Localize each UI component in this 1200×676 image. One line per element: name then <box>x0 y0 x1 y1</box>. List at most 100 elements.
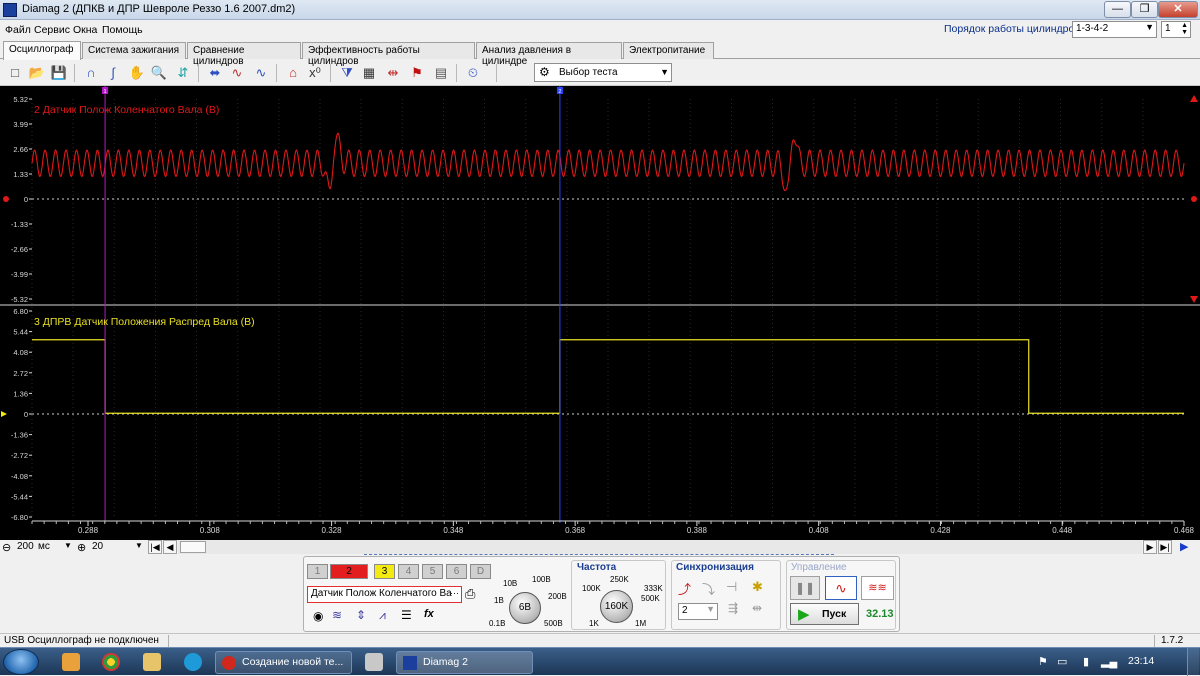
hand-icon[interactable]: ✋ <box>128 64 146 82</box>
marker-icon[interactable]: ⇹ <box>384 64 402 82</box>
waveform-icon[interactable]: ≋ <box>332 608 342 622</box>
chevron-down-icon[interactable]: ▼ <box>135 541 143 550</box>
sync-center-icon[interactable]: ⇹ <box>752 601 762 615</box>
frequency-knob[interactable]: 160K <box>600 590 633 623</box>
tab-cylinder-comparison[interactable]: Сравнение цилиндров <box>187 42 301 67</box>
tab-cylinder-pressure[interactable]: Анализ давления в цилиндре <box>476 42 622 67</box>
sync-auto-icon[interactable]: ✱ <box>752 579 763 595</box>
oscilloscope-canvas[interactable]: 5.32 3.99 2.66 1.33 0 -1.33 -2.66 -3.99 -5.32 6.8… <box>0 86 1200 541</box>
cursor-b-icon[interactable]: ∫ <box>104 64 122 82</box>
close-button[interactable]: ✕ <box>1158 1 1198 18</box>
network-icon[interactable]: ▮ <box>1083 655 1089 668</box>
tab-power-supply[interactable]: Электропитание <box>623 42 714 59</box>
table-icon[interactable]: ▦ <box>360 64 378 82</box>
test-select[interactable]: ⚙ Выбор теста ▼ <box>534 63 672 82</box>
ch3-zero-marker[interactable] <box>1 411 7 417</box>
sync-falling-icon[interactable]: ⤵ <box>702 579 715 598</box>
eye-icon[interactable]: ◉ <box>313 609 323 623</box>
tab-cylinder-efficiency[interactable]: Эффективность работы цилиндров <box>302 42 475 67</box>
cursor-a-icon[interactable]: ∩ <box>82 64 100 82</box>
save-icon[interactable]: 💾 <box>50 64 68 82</box>
channel-6-button[interactable]: 6 <box>446 564 467 579</box>
channel-5-button[interactable]: 5 <box>422 564 443 579</box>
open-icon[interactable]: 📂 <box>28 64 46 82</box>
overlay-icon[interactable]: ∿ <box>252 64 270 82</box>
range-knob[interactable]: 6В <box>509 592 541 624</box>
sensor-select[interactable]: Датчик Полож Коленчатого Ва ··· <box>307 586 462 603</box>
minimize-button[interactable]: — <box>1104 1 1131 18</box>
pause-button[interactable]: ❚❚ <box>790 576 820 600</box>
sync-level-icon[interactable]: ⊣ <box>726 579 737 595</box>
taskbar-item-browser[interactable]: Создание новой те... <box>215 651 352 674</box>
scroll-left-button[interactable]: ◀ <box>163 540 177 554</box>
timebase-value[interactable]: 200 <box>17 541 34 552</box>
zoom-in-icon[interactable]: ⊕ <box>77 541 86 554</box>
ch2-zero-marker[interactable] <box>3 196 9 202</box>
new-icon[interactable]: □ <box>6 64 24 82</box>
invert-icon[interactable]: ⇕ <box>356 608 366 622</box>
window-titlebar[interactable]: Diamag 2 (ДПКВ и ДПР Шевроле Реззо 1.6 2… <box>0 0 1200 20</box>
sync-offset-icon[interactable]: ⇶ <box>728 601 738 615</box>
channel-d-button[interactable]: D <box>470 564 491 579</box>
folder-icon[interactable] <box>143 653 161 671</box>
chrome-icon[interactable] <box>102 653 120 671</box>
windows-start-button[interactable] <box>3 649 39 675</box>
maximize-button[interactable]: ❐ <box>1131 1 1158 18</box>
menu-service[interactable]: Сервис <box>34 24 70 36</box>
sync-rising-icon[interactable]: ⤴ <box>678 579 691 598</box>
single-wave-button[interactable]: ∿ <box>825 576 857 600</box>
filter-wave-icon[interactable]: ⩘ <box>379 608 386 623</box>
cylinder-number-spinner[interactable]: 1 ▲ ▼ <box>1161 21 1191 38</box>
scroll-last-button[interactable]: ▶| <box>1158 540 1172 554</box>
zoom-fit-icon[interactable]: ⇵ <box>174 64 192 82</box>
ch2-scale-down-icon[interactable] <box>1190 296 1198 303</box>
function-icon[interactable]: fx <box>424 608 434 620</box>
media-player-icon[interactable] <box>62 653 80 671</box>
flag-icon[interactable]: ⚑ <box>408 64 426 82</box>
auto-icon[interactable]: ⌂ <box>284 64 302 82</box>
window-icon[interactable] <box>365 653 383 671</box>
filter-icon[interactable]: ⧩ <box>338 64 356 82</box>
menu-file[interactable]: Файл <box>5 24 31 36</box>
channel-2-button[interactable]: 2 <box>330 564 368 579</box>
flag-icon[interactable]: ⚑ <box>1038 655 1048 668</box>
scroll-right-button[interactable]: ▶ <box>1143 540 1157 554</box>
tab-ignition-system[interactable]: Система зажигания <box>82 42 186 59</box>
tab-oscilloscope[interactable]: Осциллограф <box>3 41 81 60</box>
horizontal-scroll-thumb[interactable] <box>180 541 206 553</box>
sensor-settings-icon[interactable]: ⎙ <box>465 586 475 602</box>
keyboard-icon[interactable]: ▭ <box>1057 655 1067 668</box>
scroll-first-button[interactable]: |◀ <box>148 540 162 554</box>
play-icon[interactable]: ▶ <box>1180 540 1188 553</box>
taskbar-clock[interactable]: 23:14 <box>1128 655 1154 667</box>
cylinder-order-select[interactable]: 1-3-4-2 ▼ <box>1072 21 1157 38</box>
horizontal-scroll-track[interactable] <box>178 540 1142 554</box>
taskbar-item-diamag[interactable]: Diamag 2 <box>396 651 533 674</box>
panel-collapse-handle[interactable] <box>364 554 834 558</box>
menu-windows[interactable]: Окна <box>73 24 97 36</box>
oscilloscope-view[interactable]: 5.32 3.99 2.66 1.33 0 -1.33 -2.66 -3.99 -5.32 6.8… <box>0 86 1200 541</box>
signal-icon[interactable]: ▂▄ <box>1101 655 1117 668</box>
ch2-scale-up-icon[interactable] <box>1190 95 1198 102</box>
zoom-icon[interactable]: 🔍 <box>150 64 168 82</box>
timebase-unit[interactable]: мс <box>38 541 50 552</box>
note-icon[interactable]: ▤ <box>432 64 450 82</box>
continuous-wave-button[interactable]: ≋≋ <box>861 576 894 600</box>
zoom-out-icon[interactable]: ⊖ <box>2 541 11 554</box>
channel-4-button[interactable]: 4 <box>398 564 419 579</box>
step-value[interactable]: 20 <box>92 541 103 552</box>
show-desktop-button[interactable] <box>1187 648 1199 676</box>
auto-test-icon[interactable]: ⏲ <box>464 64 482 82</box>
channel-1-button[interactable]: 1 <box>307 564 328 579</box>
chevron-down-icon[interactable]: ▼ <box>64 541 72 550</box>
split-icon[interactable]: ⬌ <box>206 64 224 82</box>
math-icon[interactable]: x⁰ <box>306 64 324 82</box>
menu-help[interactable]: Помощь <box>102 24 143 36</box>
start-button[interactable]: ▶ Пуск <box>790 603 859 625</box>
skype-icon[interactable] <box>184 653 202 671</box>
channel-3-button[interactable]: 3 <box>374 564 395 579</box>
ch2-zero-marker-right[interactable] <box>1191 196 1197 202</box>
lines-icon[interactable]: ☰ <box>401 608 412 622</box>
waves-icon[interactable]: ∿ <box>228 64 246 82</box>
sync-channel-select[interactable]: 2 ▼ <box>678 603 718 620</box>
